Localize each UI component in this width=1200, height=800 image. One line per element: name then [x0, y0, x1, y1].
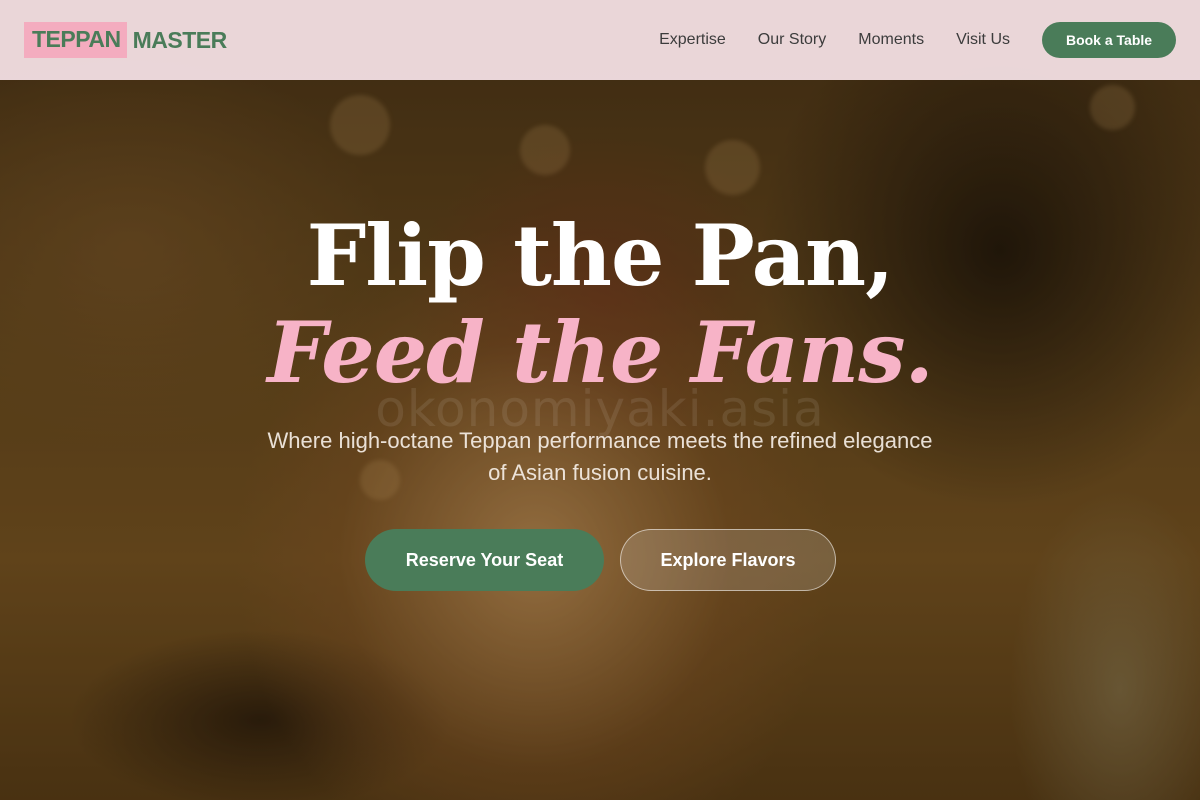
brand-logo[interactable]: TEPPAN MASTER: [24, 22, 227, 58]
explore-flavors-button[interactable]: Explore Flavors: [620, 529, 836, 591]
nav-link-visit-us[interactable]: Visit Us: [956, 31, 1010, 49]
brand-logo-part2: MASTER: [132, 26, 228, 53]
landing-page: okonomiyaki.asia TEPPAN MASTER Expertise…: [0, 0, 1200, 800]
nav-link-expertise[interactable]: Expertise: [659, 31, 726, 49]
brand-logo-part1: TEPPAN: [24, 22, 127, 58]
nav-link-our-story[interactable]: Our Story: [758, 31, 826, 49]
reserve-seat-button[interactable]: Reserve Your Seat: [365, 529, 604, 591]
nav-link-moments[interactable]: Moments: [858, 31, 924, 49]
hero-subtitle: Where high-octane Teppan performance mee…: [267, 428, 933, 485]
book-table-button[interactable]: Book a Table: [1042, 22, 1176, 58]
main-nav: Expertise Our Story Moments Visit Us Boo…: [659, 22, 1176, 58]
hero-title-line1: Flip the Pan,: [306, 206, 895, 305]
hero-title-line2: Feed the Fans.: [267, 303, 934, 402]
site-header: TEPPAN MASTER Expertise Our Story Moment…: [0, 0, 1200, 80]
